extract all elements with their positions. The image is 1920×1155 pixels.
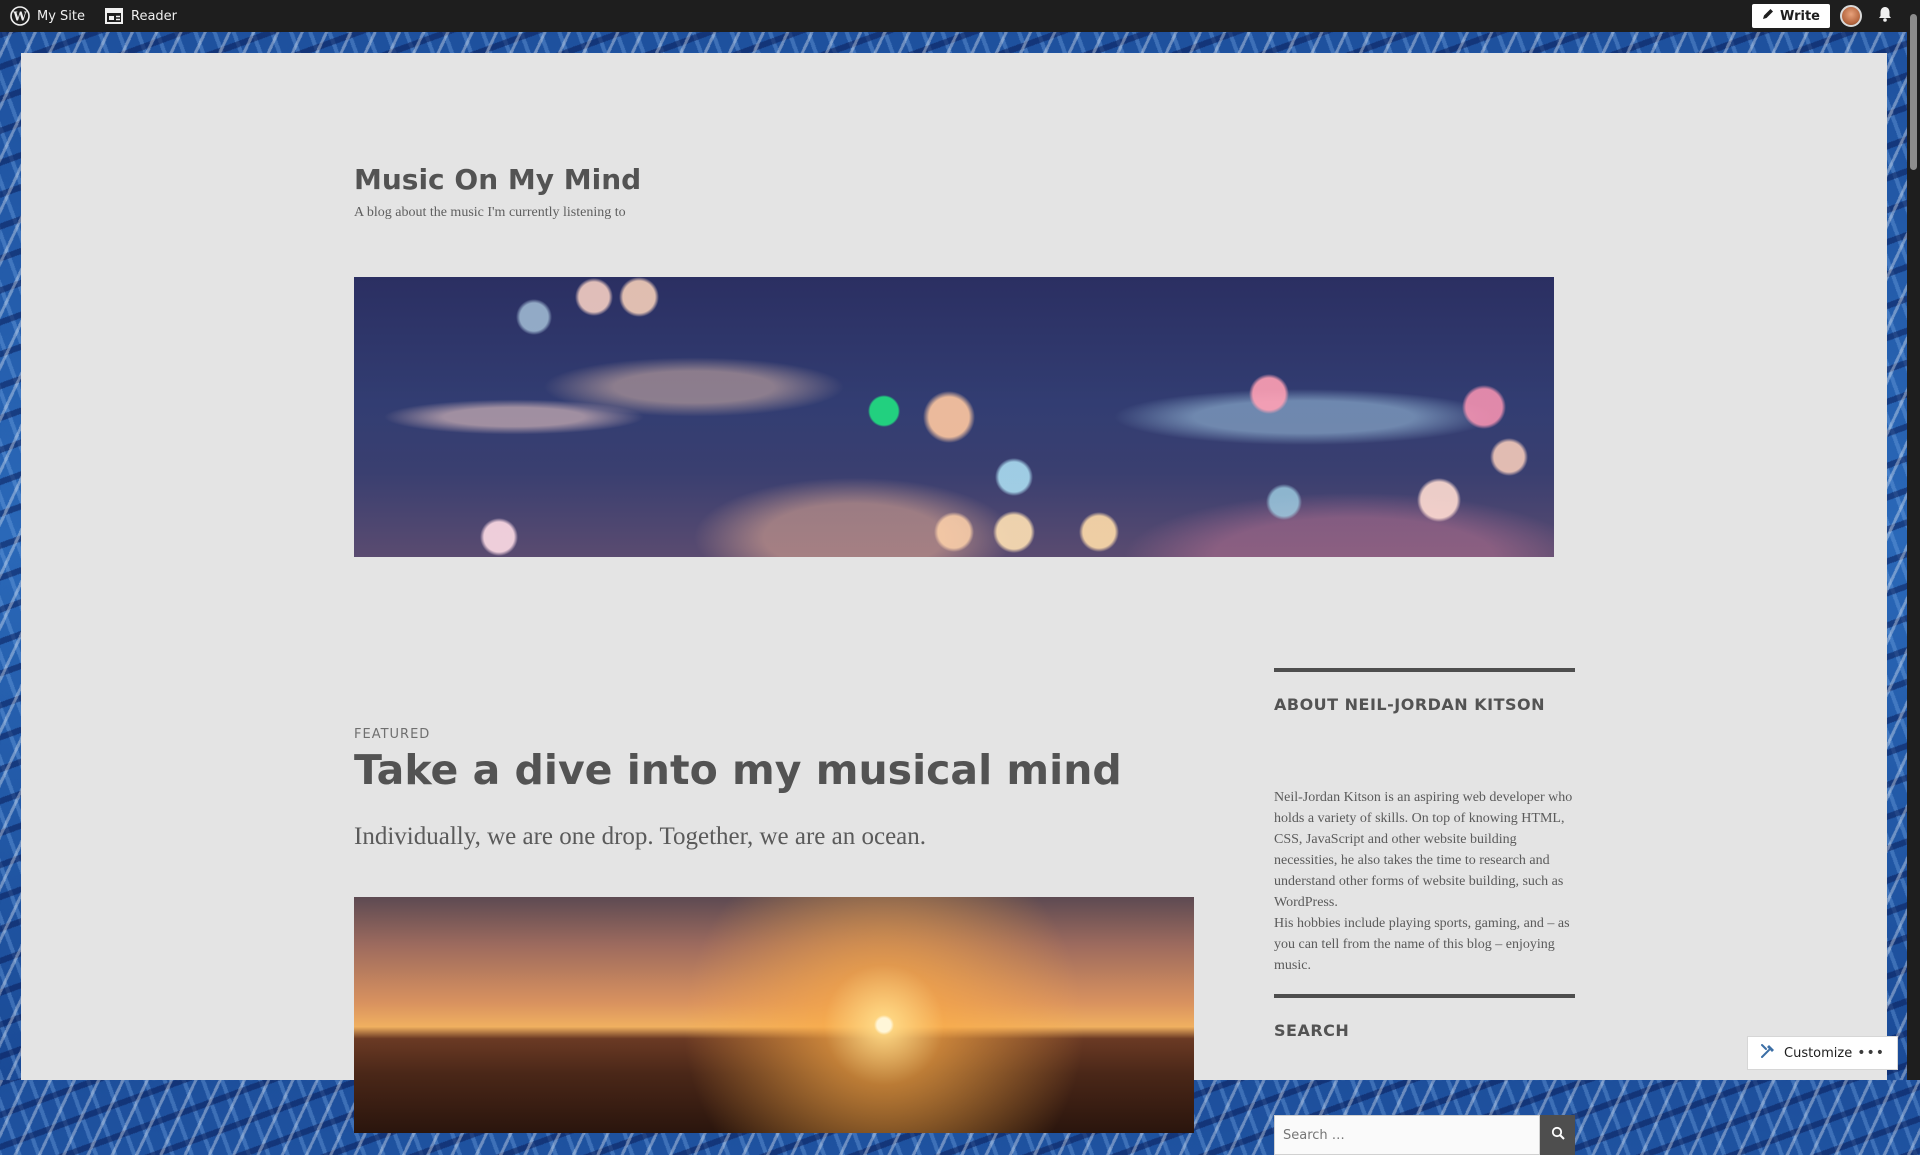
customize-bar: Customize ••• (1747, 1036, 1898, 1070)
post-excerpt: Individually, we are one drop. Together,… (354, 823, 927, 850)
page-sheet: Music On My Mind A blog about the music … (21, 53, 1887, 1155)
svg-text:W: W (12, 10, 27, 24)
customize-button[interactable]: Customize (1748, 1043, 1852, 1063)
my-site-menu[interactable]: W My Site (0, 0, 94, 32)
about-widget-title: ABOUT NEIL-JORDAN KITSON (1274, 695, 1546, 714)
site-description: A blog about the music I'm currently lis… (354, 205, 626, 220)
site-title[interactable]: Music On My Mind (354, 163, 641, 196)
scrollbar-thumb[interactable] (1910, 14, 1917, 170)
notifications-button[interactable] (1872, 3, 1898, 29)
write-label: Write (1779, 8, 1820, 24)
featured-label: FEATURED (354, 727, 431, 742)
post-featured-image[interactable] (354, 897, 1194, 1133)
about-paragraph-2: His hobbies include playing sports, gami… (1274, 916, 1570, 973)
avatar[interactable] (1840, 5, 1862, 27)
search-widget-divider (1274, 994, 1575, 998)
search-icon (1551, 1126, 1565, 1145)
customize-icon (1760, 1043, 1776, 1063)
admin-bar: W My Site Reader Write (0, 0, 1920, 32)
page-scrollbar[interactable] (1907, 0, 1920, 1080)
write-button[interactable]: Write (1751, 4, 1830, 28)
reader-icon (103, 5, 125, 27)
wordpress-logo-icon: W (9, 5, 31, 27)
about-paragraph-1: Neil-Jordan Kitson is an aspiring web de… (1274, 790, 1573, 910)
search-input[interactable] (1274, 1115, 1540, 1155)
pencil-icon (1762, 8, 1774, 24)
post-title[interactable]: Take a dive into my musical mind (354, 746, 1122, 794)
search-widget-title: SEARCH (1274, 1021, 1350, 1040)
about-widget-divider (1274, 668, 1575, 672)
search-button[interactable] (1540, 1115, 1575, 1155)
bell-icon (1876, 5, 1894, 27)
reader-menu[interactable]: Reader (94, 0, 186, 32)
more-options-button[interactable]: ••• (1857, 1045, 1897, 1061)
about-widget-text: Neil-Jordan Kitson is an aspiring web de… (1274, 787, 1575, 976)
reader-label: Reader (131, 8, 178, 24)
my-site-label: My Site (37, 8, 86, 24)
header-image[interactable] (354, 277, 1554, 557)
customize-label: Customize (1784, 1045, 1853, 1061)
